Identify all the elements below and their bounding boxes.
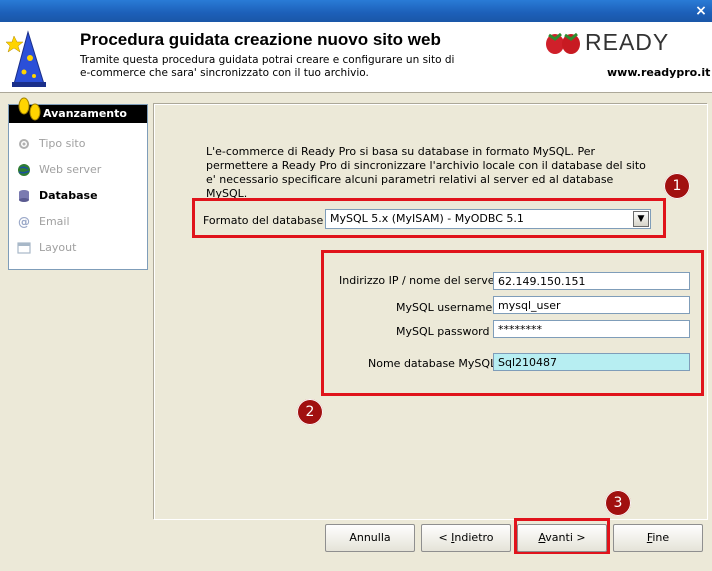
sidebar-item-label: Database [39, 189, 98, 202]
gear-icon [17, 137, 31, 151]
back-prefix: < [438, 531, 452, 544]
intro-text: L'e-commerce di Ready Pro si basa su dat… [206, 145, 646, 200]
step-badge-3: 3 [605, 490, 631, 516]
layout-icon [17, 241, 31, 255]
brand-name: READY [585, 29, 670, 55]
wizard-description: Tramite questa procedura guidata potrai … [80, 54, 455, 79]
sidebar-item-label: Email [39, 215, 70, 228]
sidebar-item-label: Layout [39, 241, 77, 254]
title-bar [0, 0, 712, 22]
finish-button[interactable]: Fine [613, 524, 703, 552]
database-icon [17, 189, 31, 203]
at-icon: @ [18, 215, 30, 229]
step-badge-1: 1 [664, 173, 690, 199]
sidebar-item-label: Tipo sito [39, 137, 86, 150]
highlight-box-1 [192, 198, 666, 238]
wizard-title: Procedura guidata creazione nuovo sito w… [80, 30, 441, 49]
website-link: www.readypro.it [607, 66, 711, 79]
back-button[interactable]: < Indietro [421, 524, 511, 552]
wizard-hat-icon [6, 30, 46, 87]
footprints-icon [18, 97, 41, 121]
sidebar-item-layout: Layout [17, 239, 145, 257]
sidebar-item-database: Database [17, 187, 145, 205]
cancel-button[interactable]: Annulla [325, 524, 415, 552]
close-button[interactable]: × [692, 2, 710, 20]
next-rest: vanti > [545, 531, 586, 544]
sidebar-item-label: Web server [39, 163, 102, 176]
step-badge-2: 2 [297, 399, 323, 425]
sidebar-item-email: @ Email [17, 213, 145, 231]
progress-sidebar: Avanzamento Tipo sito Web server Databas… [8, 104, 148, 270]
next-button[interactable]: Avanti > [517, 524, 607, 552]
sidebar-item-tipo-sito: Tipo sito [17, 135, 145, 153]
back-rest: ndietro [454, 531, 494, 544]
globe-icon [17, 163, 31, 177]
sidebar-item-web-server: Web server [17, 161, 145, 179]
highlight-box-2 [321, 250, 704, 396]
finish-rest: ine [652, 531, 670, 544]
